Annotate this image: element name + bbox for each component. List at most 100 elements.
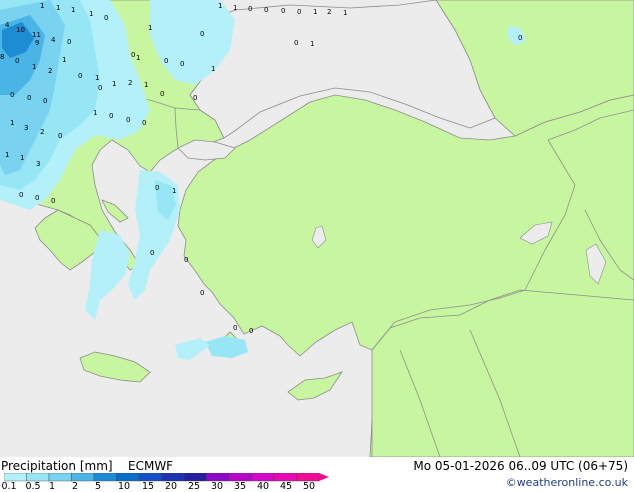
precip-label: 1 [233,4,237,12]
precip-area-south [205,336,248,358]
precip-label: 2 [40,128,44,136]
precip-label: 0 [200,30,204,38]
precip-label: 0 [58,132,62,140]
precip-label: 0 [164,57,168,65]
precip-label: 1 [40,2,44,10]
precip-label: 0 [184,256,188,264]
precip-label: 0 [142,119,146,127]
precip-label: 0 [155,184,159,192]
precip-label: 1 [89,10,93,18]
precip-label: 1 [62,56,66,64]
precip-label: 1 [343,9,347,17]
precip-label: 1 [172,187,176,195]
model-name: ECMWF [128,459,174,473]
scale-cell [71,473,95,482]
scale-tick-label: 0.5 [25,481,41,492]
scale-tick-label: 40 [256,481,270,492]
precip-label: 0 [281,7,285,15]
scale-tick-label: 1 [48,481,56,492]
precip-label: 1 [112,80,116,88]
precip-label: 1 [56,4,60,12]
scale-tick-label: 15 [141,481,155,492]
precip-label: 10 [16,26,25,34]
scale-cell [48,473,72,482]
precip-label: 4 [51,36,56,44]
precip-label: 0 [98,84,102,92]
scale-cell [116,473,140,482]
valid-datetime: Mo 05-01-2026 06..09 UTC (06+75) [413,459,628,473]
scale-tick-label: 50 [302,481,316,492]
scale-arrow [319,473,329,481]
precip-label: 0 [180,60,184,68]
credit-link[interactable]: ©weatheronline.co.uk [506,476,628,489]
scale-cell [138,473,162,482]
precip-label: 0 [193,94,197,102]
precip-label: 1 [93,109,97,117]
scale-tick-label: 2 [71,481,79,492]
precip-label: 1 [71,6,75,14]
scale-cell [93,473,117,482]
land-cyprus [287,371,343,401]
scale-tick-label: 0.1 [1,481,17,492]
precip-label: 0 [160,90,164,98]
scale-cell [228,473,252,482]
map-canvas: 1 1 1 1 1 1 0 0 0 0 1 2 1 4 10 11 8 0 4 … [0,0,634,457]
precip-label: 1 [10,119,14,127]
precip-label: 4 [5,21,10,29]
precip-label: 0 [10,91,14,99]
precip-label: 8 [0,53,4,61]
scale-cell [273,473,297,482]
precip-label: 0 [264,6,268,14]
precip-label: 1 [211,65,215,73]
precip-label: 0 [78,72,82,80]
precip-label: 3 [36,160,40,168]
precip-label: 0 [248,5,252,13]
precip-label: 0 [51,197,55,205]
precip-label: 9 [35,39,39,47]
scale-tick-label: 10 [117,481,131,492]
precip-label: 0 [67,38,71,46]
scale-tick-label: 25 [187,481,201,492]
precip-label: 2 [48,67,52,75]
scale-cell [296,473,320,482]
precip-label: 0 [297,8,301,16]
precip-label: 1 [148,24,152,32]
precip-label: 0 [126,116,130,124]
precip-label: 0 [233,324,237,332]
precip-label: 0 [150,249,154,257]
precip-label: 0 [249,327,253,335]
precip-label: 0 [104,14,108,22]
precip-label: 1 [32,63,36,71]
scale-tick-label: 20 [164,481,178,492]
precip-label: 0 [27,94,31,102]
precip-label: 11 [32,31,41,39]
map-title: Precipitation [mm] [1,459,113,473]
precip-label: 1 [144,81,148,89]
scale-tick-label: 30 [210,481,224,492]
precip-label: 0 [43,97,47,105]
precip-label: 1 [218,2,222,10]
scale-tick-label: 45 [279,481,293,492]
scale-cell [4,473,27,482]
color-scale-cells [4,473,329,482]
precip-label: 0 [294,39,298,47]
scale-cell [251,473,275,482]
precip-label: 1 [95,74,99,82]
scale-cell [161,473,185,482]
scale-cell [206,473,230,482]
precip-label: 0 [109,112,113,120]
scale-tick-label: 5 [94,481,102,492]
precip-label: 3 [24,124,28,132]
precip-label: 0 [518,34,522,42]
precip-label: 0 [19,191,23,199]
precip-label: 1 [5,151,9,159]
map-footer: Precipitation [mm] ECMWF Mo 05-01-2026 0… [0,457,634,492]
land-crete [79,351,151,383]
precip-label: 0 [200,289,204,297]
precip-label: 0 [35,194,39,202]
precip-label: 1 [20,154,24,162]
precipitation-map: 1 1 1 1 1 1 0 0 0 0 1 2 1 4 10 11 8 0 4 … [0,0,634,457]
precip-label: 1 [136,54,140,62]
precip-label: 0 [15,57,19,65]
precip-label: 0 [131,51,135,59]
